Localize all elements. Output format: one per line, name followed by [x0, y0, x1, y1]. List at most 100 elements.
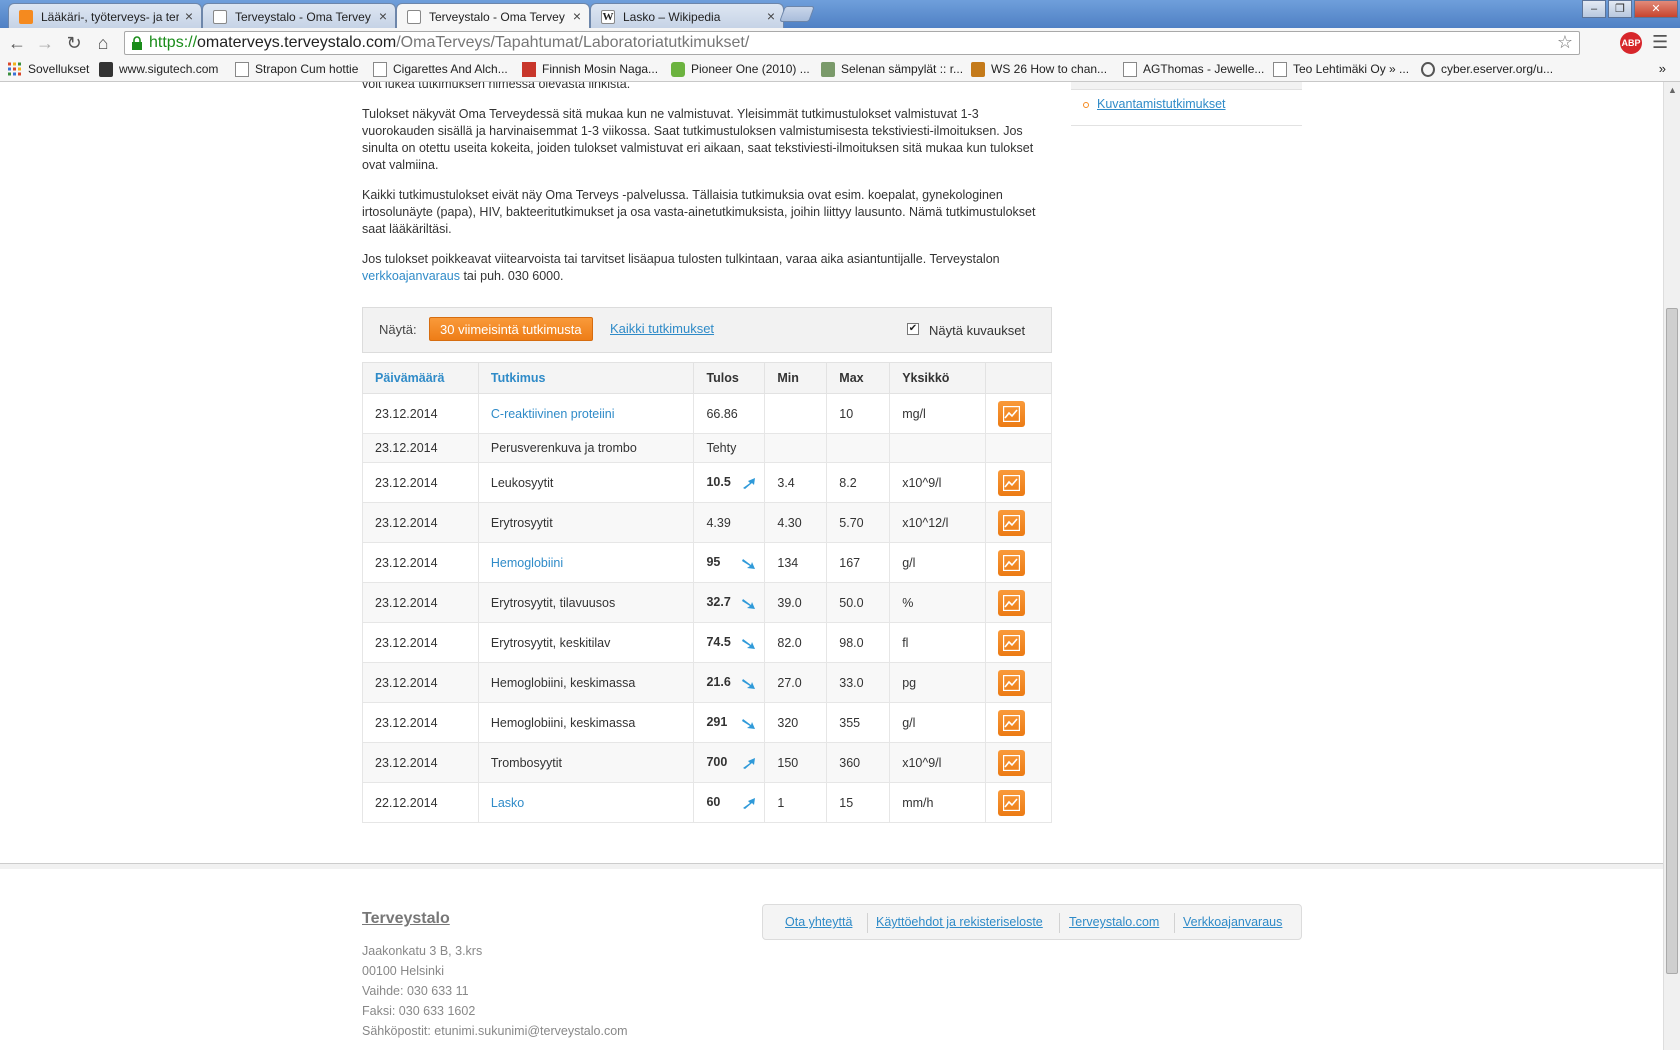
terms-link[interactable]: Käyttöehdot ja rekisteriseloste	[876, 915, 1043, 929]
menu-icon[interactable]: ☰	[1652, 32, 1668, 53]
scrollbar-thumb[interactable]	[1666, 308, 1678, 974]
bookmark-label: Strapon Cum hottie	[255, 62, 359, 76]
chart-button[interactable]	[998, 789, 1026, 816]
url-path: /OmaTerveys/Tapahtumat/Laboratoriatutkim…	[396, 34, 750, 51]
cell-date: 23.12.2014	[362, 742, 479, 783]
test-link[interactable]: Lasko	[491, 796, 524, 810]
all-results-link[interactable]: Kaikki tutkimukset	[610, 321, 714, 336]
chart-button[interactable]	[998, 589, 1026, 616]
result-value: 66.86	[706, 406, 738, 421]
browser-tab-4[interactable]: W Lasko – Wikipedia ×	[590, 3, 784, 28]
column-header-test[interactable]: Tutkimus	[477, 362, 695, 394]
cell-max: 50.0	[826, 582, 891, 623]
scroll-up-icon[interactable]: ▲	[1668, 85, 1677, 95]
cell-max: 360	[826, 742, 891, 783]
above-range-arrow-icon	[743, 797, 756, 809]
test-link[interactable]: C-reaktiivinen proteiini	[491, 407, 615, 421]
chart-button[interactable]	[998, 509, 1026, 536]
test-link[interactable]: Hemoglobiini	[491, 556, 563, 570]
cell-result: 4.39	[693, 502, 766, 543]
latest-30-button[interactable]: 30 viimeisintä tutkimusta	[429, 317, 593, 341]
bookmark-label: www.sigutech.com	[119, 62, 219, 76]
chart-button[interactable]	[998, 400, 1026, 427]
bookmarks-bar: Sovellukset www.sigutech.com Strapon Cum…	[0, 58, 1680, 82]
column-header-date[interactable]: Päivämäärä	[362, 362, 479, 394]
cell-test: Hemoglobiini	[477, 542, 695, 583]
test-name: Erytrosyytit	[490, 515, 553, 530]
minimize-window-button[interactable]: –	[1582, 0, 1606, 18]
page-scrollbar[interactable]: ▲	[1663, 82, 1680, 1050]
contact-link[interactable]: Ota yhteyttä	[785, 915, 852, 929]
cell-min: 4.30	[764, 502, 828, 543]
bookmark-page-10[interactable]: cyber.eserver.org/u...	[1421, 62, 1553, 77]
booking-link[interactable]: verkkoajanvaraus	[362, 269, 460, 283]
footer-brand[interactable]: Terveystalo	[362, 910, 450, 928]
sidebar: Kuvantamistutkimukset	[1071, 82, 1302, 126]
bookmark-page-5[interactable]: Pioneer One (2010) ...	[671, 62, 810, 77]
chart-button[interactable]	[998, 549, 1026, 576]
home-icon[interactable]: ⌂	[92, 32, 114, 54]
chart-button[interactable]	[998, 629, 1026, 656]
more-bookmarks-icon[interactable]: »	[1659, 61, 1666, 76]
bookmark-page-6[interactable]: Selenan sämpylät :: r...	[821, 62, 963, 77]
page-icon	[235, 62, 249, 77]
chart-button[interactable]	[998, 709, 1026, 736]
forward-icon[interactable]: →	[34, 32, 56, 54]
bookmark-sigutech[interactable]: www.sigutech.com	[99, 62, 219, 77]
online-booking-link[interactable]: Verkkoajanvaraus	[1183, 915, 1282, 929]
browser-tab-3-active[interactable]: Terveystalo - Oma Tervey ×	[396, 3, 590, 29]
chart-button[interactable]	[998, 669, 1026, 696]
cell-chart	[985, 662, 1052, 703]
link-separator	[1174, 913, 1175, 933]
adblock-plus-icon[interactable]: ABP	[1620, 32, 1642, 54]
reload-icon[interactable]: ↻	[63, 32, 85, 54]
close-tab-icon[interactable]: ×	[185, 8, 193, 24]
table-row: 23.12.2014 Hemoglobiini, keskimassa 21.6 27…	[362, 662, 1052, 703]
sidebar-item-kuvantamistutkimukset[interactable]: Kuvantamistutkimukset	[1071, 90, 1302, 126]
chart-button[interactable]	[998, 469, 1026, 496]
url-scheme: https://	[149, 34, 198, 51]
cell-date: 23.12.2014	[362, 662, 479, 703]
cell-unit: pg	[889, 662, 987, 703]
browser-tab-1[interactable]: Lääkäri-, työterveys- ja ter ×	[8, 3, 202, 28]
chart-icon	[1003, 514, 1021, 531]
bookmark-page-4[interactable]: Finnish Mosin Naga...	[522, 62, 658, 77]
cell-chart	[985, 582, 1052, 623]
bullet-icon	[1083, 102, 1089, 108]
bookmark-page-7[interactable]: WS 26 How to chan...	[971, 62, 1107, 77]
cell-test: Perusverenkuva ja trombo	[477, 433, 695, 463]
bookmark-star-icon[interactable]: ☆	[1557, 32, 1573, 53]
show-descriptions-label: Näytä kuvaukset	[929, 323, 1026, 338]
bookmark-page-3[interactable]: Cigarettes And Alch...	[373, 62, 508, 77]
close-tab-icon[interactable]: ×	[767, 8, 775, 24]
terveystalo-com-link[interactable]: Terveystalo.com	[1069, 915, 1159, 929]
bookmark-page-9[interactable]: Teo Lehtimäki Oy » ...	[1273, 62, 1410, 77]
results-filter-bar: Näytä: 30 viimeisintä tutkimusta Kaikki …	[362, 307, 1052, 353]
browser-tab-2[interactable]: Terveystalo - Oma Tervey ×	[202, 3, 396, 28]
bookmark-page-2[interactable]: Strapon Cum hottie	[235, 62, 359, 77]
bookmark-apps[interactable]: Sovellukset	[8, 62, 89, 76]
close-tab-icon[interactable]: ×	[573, 8, 581, 24]
cell-min: 39.0	[764, 582, 828, 623]
bookmark-page-8[interactable]: AGThomas - Jewelle...	[1123, 62, 1264, 77]
intro-paragraph-0: voit lukea tutkimuksen nimessä olevasta …	[362, 82, 631, 91]
maximize-window-button[interactable]: ❐	[1608, 0, 1632, 18]
page-icon	[1123, 62, 1137, 77]
new-tab-button[interactable]	[779, 6, 815, 22]
cell-min: 150	[764, 742, 828, 783]
sigutech-icon	[99, 62, 113, 77]
cell-chart	[985, 542, 1052, 583]
close-window-button[interactable]: ✕	[1634, 0, 1678, 18]
bookmark-label: Teo Lehtimäki Oy » ...	[1293, 62, 1410, 76]
chart-button[interactable]	[998, 749, 1026, 776]
above-range-arrow-icon	[743, 757, 756, 769]
back-icon[interactable]: ←	[6, 32, 28, 54]
cell-unit: g/l	[889, 702, 987, 743]
link-separator	[867, 913, 868, 933]
address-bar[interactable]: https://omaterveys.terveystalo.com/OmaTe…	[124, 31, 1580, 55]
bookmark-label: Sovellukset	[28, 62, 90, 76]
cell-date: 23.12.2014	[362, 433, 479, 463]
close-tab-icon[interactable]: ×	[379, 8, 387, 24]
show-descriptions-checkbox[interactable]: ✔	[907, 323, 919, 335]
tab-strip: Lääkäri-, työterveys- ja ter × Terveysta…	[0, 0, 1680, 29]
